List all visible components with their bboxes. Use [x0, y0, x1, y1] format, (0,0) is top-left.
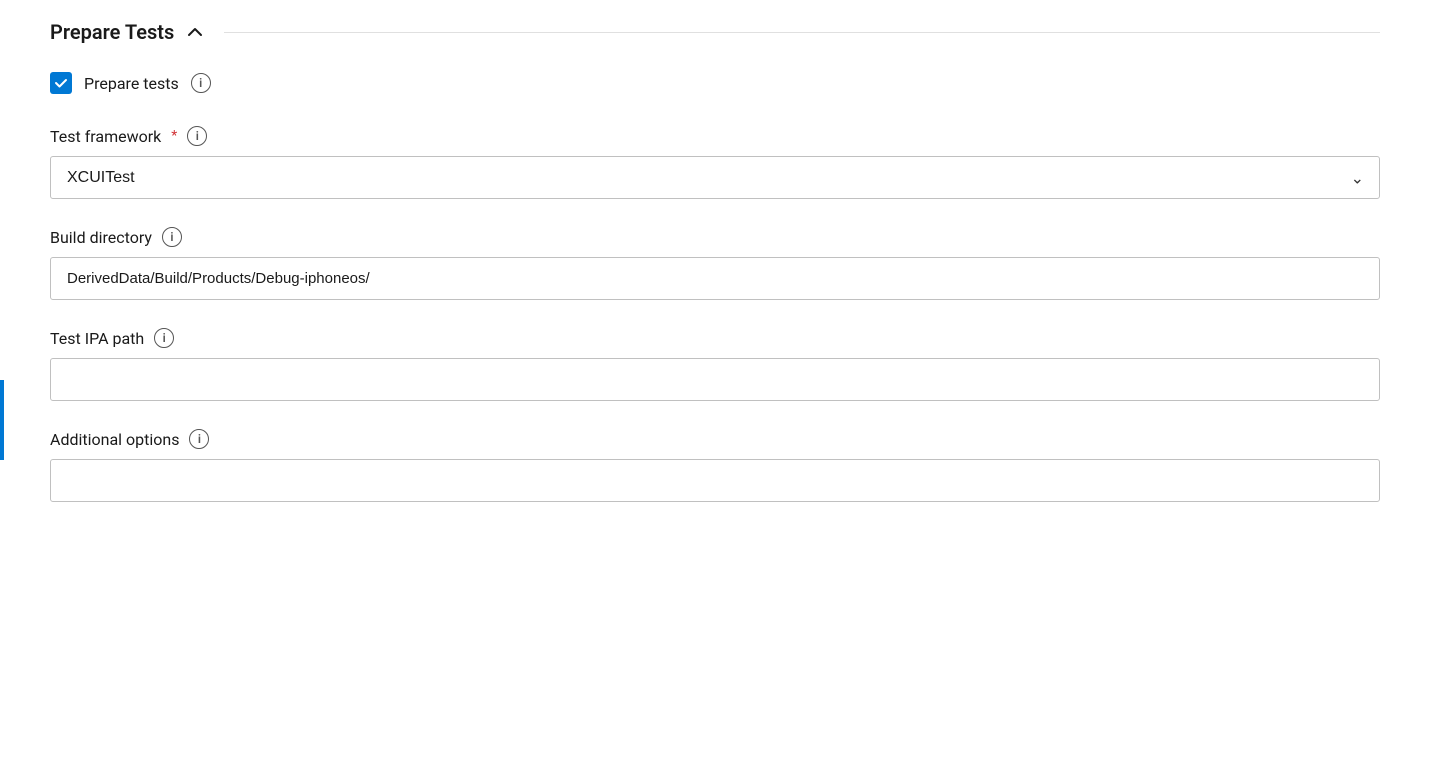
prepare-tests-row: Prepare tests i [50, 72, 1380, 94]
test-ipa-path-input[interactable] [50, 358, 1380, 401]
test-framework-select[interactable]: XCUITest XCTest Appium [50, 156, 1380, 199]
prepare-tests-checkbox[interactable] [50, 72, 72, 94]
section-header: Prepare Tests [50, 20, 1380, 44]
prepare-tests-info-icon[interactable]: i [191, 73, 211, 93]
test-framework-field-group: Test framework * i XCUITest XCTest Appiu… [50, 126, 1380, 199]
build-directory-input[interactable] [50, 257, 1380, 300]
test-framework-select-wrapper: XCUITest XCTest Appium ⌄ [50, 156, 1380, 199]
left-accent-bar [0, 380, 4, 460]
additional-options-info-icon[interactable]: i [189, 429, 209, 449]
section-divider [224, 32, 1380, 33]
test-ipa-path-info-icon[interactable]: i [154, 328, 174, 348]
test-ipa-path-label: Test IPA path [50, 329, 144, 348]
test-framework-label-row: Test framework * i [50, 126, 1380, 146]
test-ipa-path-label-row: Test IPA path i [50, 328, 1380, 348]
additional-options-label: Additional options [50, 430, 179, 449]
collapse-chevron-icon[interactable] [186, 23, 204, 41]
build-directory-info-icon[interactable]: i [162, 227, 182, 247]
build-directory-label-row: Build directory i [50, 227, 1380, 247]
test-framework-label: Test framework [50, 127, 161, 146]
build-directory-field-group: Build directory i [50, 227, 1380, 300]
test-framework-info-icon[interactable]: i [187, 126, 207, 146]
section-title: Prepare Tests [50, 20, 174, 44]
page-container: Prepare Tests Prepare tests i Test frame… [0, 0, 1430, 570]
additional-options-input[interactable] [50, 459, 1380, 502]
test-ipa-path-field-group: Test IPA path i [50, 328, 1380, 401]
prepare-tests-label: Prepare tests [84, 74, 179, 93]
build-directory-label: Build directory [50, 228, 152, 247]
additional-options-field-group: Additional options i [50, 429, 1380, 502]
additional-options-label-row: Additional options i [50, 429, 1380, 449]
test-framework-required-star: * [171, 128, 177, 144]
